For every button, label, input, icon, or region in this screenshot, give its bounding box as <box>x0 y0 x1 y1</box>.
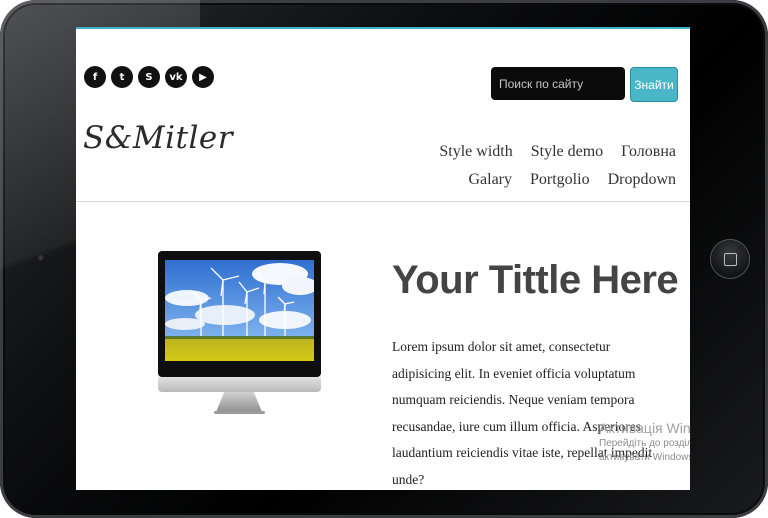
nav-item-style-width[interactable]: Style width <box>439 143 512 161</box>
nav-item-portfolio[interactable]: Portgolio <box>530 171 590 189</box>
hero-title: Your Tittle Here <box>392 258 679 302</box>
nav-row-2: Galary Portgolio Dropdown <box>439 166 676 194</box>
youtube-icon[interactable]: ▶ <box>192 66 214 88</box>
watermark-title: Активація Windo <box>599 420 690 436</box>
screen: f t S vk ▶ Знайти S&Mitler Style width S… <box>76 27 690 490</box>
main-nav: Style width Style demo Головна Galary Po… <box>439 138 676 194</box>
wind-turbines-image <box>165 260 314 361</box>
social-icons: f t S vk ▶ <box>84 66 214 88</box>
camera-icon <box>37 254 46 263</box>
twitter-icon[interactable]: t <box>111 66 133 88</box>
site-logo[interactable]: S&Mitler <box>83 120 233 156</box>
tablet-frame: f t S vk ▶ Знайти S&Mitler Style width S… <box>0 0 768 518</box>
home-square-icon <box>723 252 737 266</box>
header-divider <box>76 201 690 202</box>
facebook-icon[interactable]: f <box>84 66 106 88</box>
monitor-chin <box>158 377 321 392</box>
windows-activation-watermark: Активація Windo Перейдіть до розділу акт… <box>599 419 690 465</box>
skype-icon[interactable]: S <box>138 66 160 88</box>
nav-item-home[interactable]: Головна <box>621 143 676 161</box>
hero-body-text: Lorem ipsum dolor sit amet, consectetur … <box>392 339 653 487</box>
nav-item-dropdown[interactable]: Dropdown <box>608 171 676 189</box>
nav-item-style-demo[interactable]: Style demo <box>531 143 603 161</box>
watermark-line-1: Перейдіть до розділу <box>599 438 690 449</box>
watermark-line-2: активувати Windows. <box>599 452 690 463</box>
nav-item-gallery[interactable]: Galary <box>468 171 512 189</box>
monitor-foot <box>214 411 265 414</box>
search-button[interactable]: Знайти <box>630 67 678 102</box>
home-button[interactable] <box>711 240 749 278</box>
monitor-image <box>158 251 321 419</box>
nav-row-1: Style width Style demo Головна <box>439 138 676 166</box>
vk-icon[interactable]: vk <box>165 66 187 88</box>
search-input[interactable] <box>491 67 625 100</box>
monitor-stand <box>216 392 262 412</box>
